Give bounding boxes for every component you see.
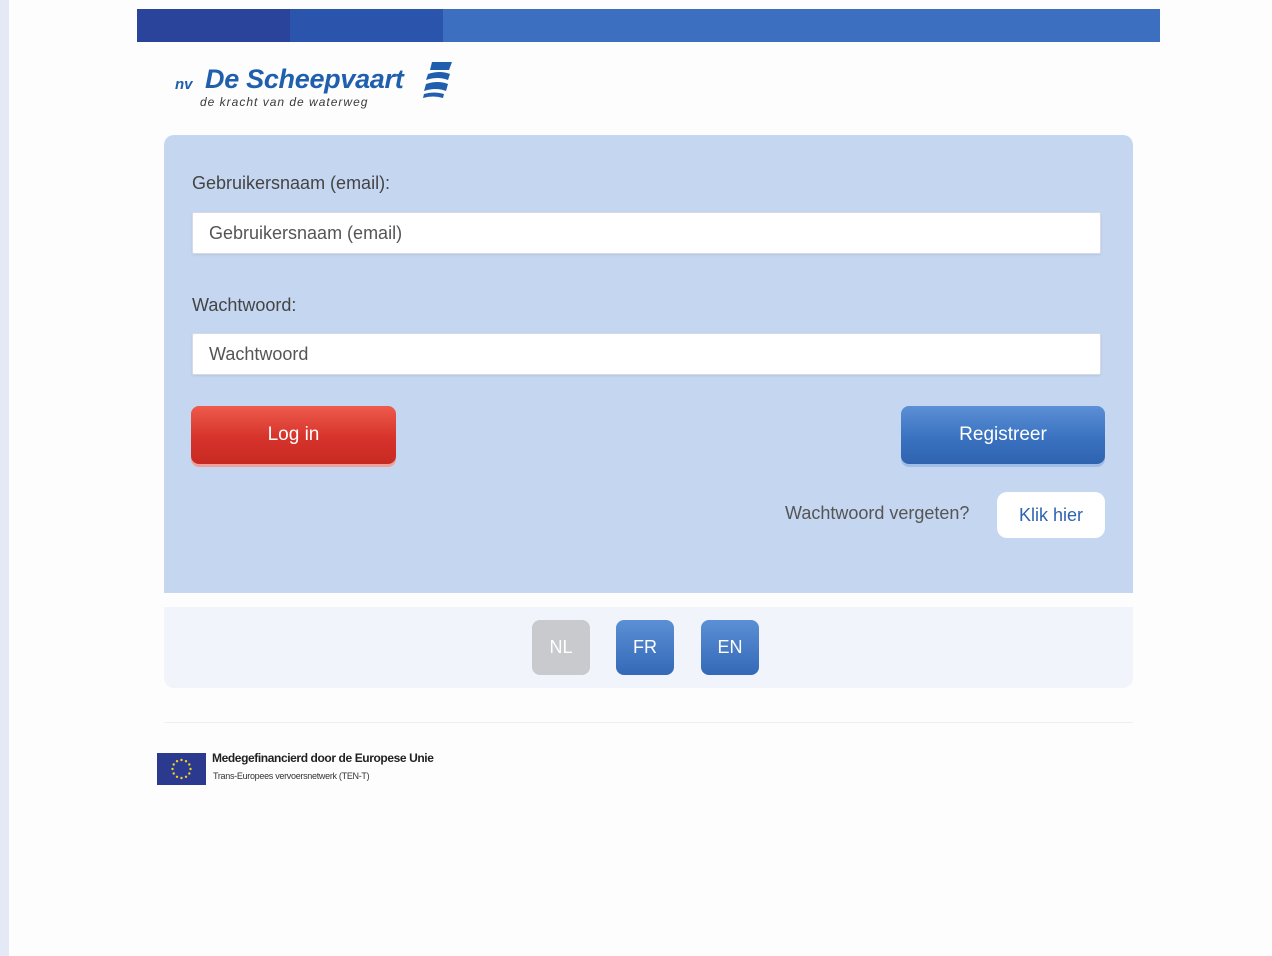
language-nl-button[interactable]: NL: [532, 620, 590, 675]
eu-funding-notice: Medegefinancierd door de Europese Unie T…: [157, 750, 477, 790]
company-logo[interactable]: nv De Scheepvaart de kracht van de water…: [175, 60, 475, 115]
username-input[interactable]: [192, 212, 1101, 254]
login-button[interactable]: Log in: [191, 406, 396, 464]
forgot-password-text: Wachtwoord vergeten?: [785, 503, 970, 523]
eu-funding-subtitle: Trans-Europees vervoersnetwerk (TEN-T): [213, 771, 370, 781]
language-fr-button[interactable]: FR: [616, 620, 674, 675]
eu-funding-title: Medegefinancierd door de Europese Unie: [212, 751, 434, 765]
password-input[interactable]: [192, 333, 1101, 375]
password-label: Wachtwoord:: [192, 295, 297, 315]
header-bar-segment-mid: [290, 9, 443, 42]
header-bar-segment-dark: [137, 9, 290, 42]
footer-divider: [164, 722, 1133, 723]
header-color-bar: [137, 9, 1160, 42]
logo-name: De Scheepvaart: [205, 64, 404, 94]
logo-wave-icon: [423, 62, 452, 98]
username-label: Gebruikersnaam (email):: [192, 173, 391, 193]
forgot-password-link[interactable]: Klik hier: [997, 492, 1105, 538]
register-button[interactable]: Registreer: [901, 406, 1105, 464]
logo-prefix: nv: [175, 76, 193, 93]
logo-tagline: de kracht van de waterweg: [200, 95, 369, 109]
language-en-button[interactable]: EN: [701, 620, 759, 675]
eu-flag-icon: [157, 753, 206, 785]
